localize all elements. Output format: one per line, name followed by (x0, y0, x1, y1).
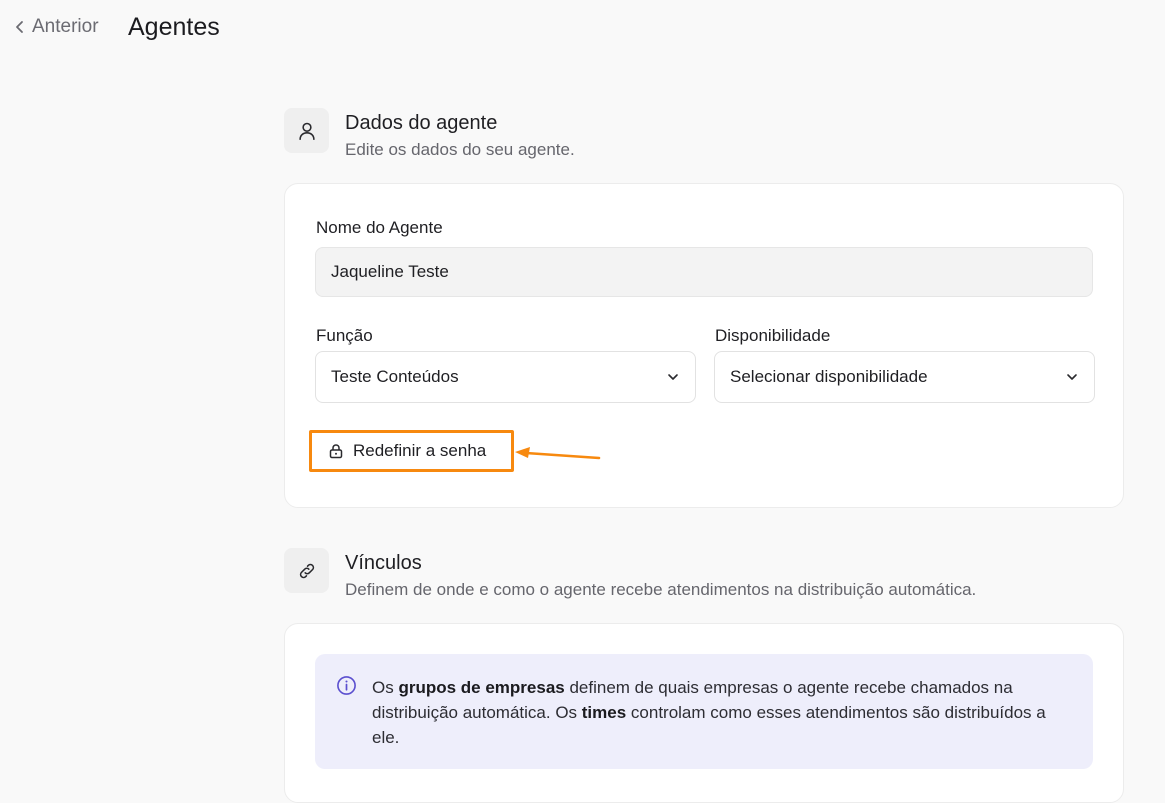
role-label: Função (316, 326, 373, 345)
chevron-down-icon (1067, 374, 1077, 380)
reset-password-button[interactable]: Redefinir a senha (309, 430, 514, 472)
links-section-header: Vínculos Definem de onde e como o agente… (284, 548, 976, 602)
back-link-label: Anterior (32, 16, 99, 37)
agent-name-input[interactable]: Jaqueline Teste (315, 247, 1093, 297)
reset-password-label: Redefinir a senha (353, 441, 487, 460)
availability-select-value: Selecionar disponibilidade (730, 367, 928, 386)
availability-select[interactable]: Selecionar disponibilidade (714, 351, 1095, 403)
info-text: Os grupos de empresas definem de quais e… (372, 675, 1072, 750)
availability-label: Disponibilidade (715, 326, 831, 345)
user-icon (284, 108, 329, 153)
agent-name-label: Nome do Agente (316, 218, 443, 237)
page-title: Agentes (128, 13, 220, 41)
agent-data-title: Dados do agente (345, 112, 498, 134)
agent-data-card: Nome do Agente Jaqueline Teste Função Te… (284, 183, 1124, 508)
info-box: Os grupos de empresas definem de quais e… (315, 654, 1093, 769)
top-bar: Anterior Agentes (0, 0, 1165, 60)
links-card: Os grupos de empresas definem de quais e… (284, 623, 1124, 803)
back-link[interactable]: Anterior (14, 16, 99, 38)
chevron-down-icon (668, 374, 678, 380)
info-text-bold: grupos de empresas (398, 678, 565, 697)
links-title: Vínculos (345, 552, 422, 574)
agent-data-subtitle: Edite os dados do seu agente. (345, 140, 575, 159)
lock-icon (329, 444, 343, 459)
info-text-bold: times (581, 703, 627, 722)
links-subtitle: Definem de onde e como o agente recebe a… (345, 580, 977, 599)
agent-data-section-header: Dados do agente Edite os dados do seu ag… (284, 108, 575, 162)
role-select[interactable]: Teste Conteúdos (315, 351, 696, 403)
info-icon (337, 676, 356, 695)
role-select-value: Teste Conteúdos (331, 367, 459, 386)
chevron-left-icon (16, 21, 23, 33)
annotation-arrow-icon (515, 447, 601, 460)
info-text-part: Os (372, 678, 399, 697)
link-icon (284, 548, 329, 593)
